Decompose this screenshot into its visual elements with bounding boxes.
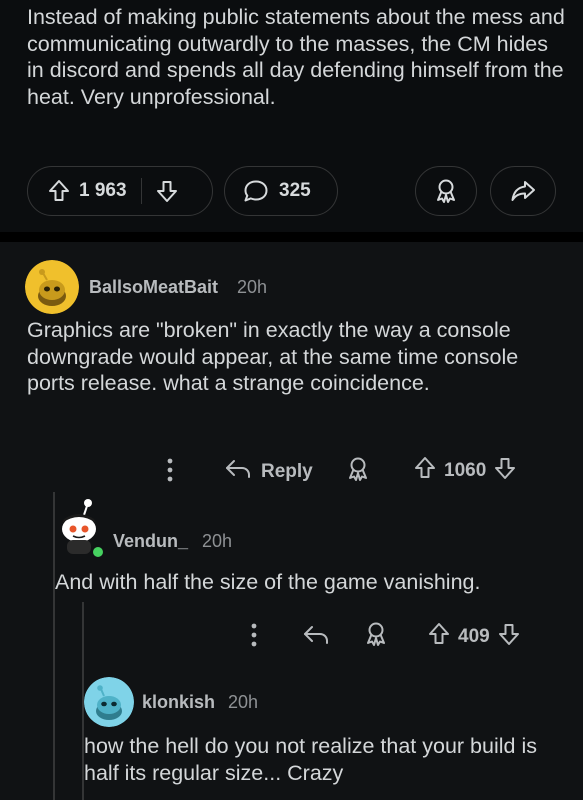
reply-button[interactable]: Reply xyxy=(224,456,313,487)
reply-icon xyxy=(302,622,330,653)
post-comment-count: 325 xyxy=(279,180,311,201)
avatar[interactable] xyxy=(54,497,105,559)
more-vertical-icon xyxy=(244,621,264,654)
comment-text: how the hell do you not realize that you… xyxy=(84,734,537,785)
award-icon xyxy=(346,456,370,487)
post-comments-button[interactable]: 325 xyxy=(224,166,338,216)
comment-timestamp: 20h xyxy=(228,692,259,712)
comment-vote-bar: 409 xyxy=(428,622,520,651)
post-share-button[interactable] xyxy=(490,166,556,216)
avatar[interactable] xyxy=(25,260,79,314)
comment-text: And with half the size of the game vanis… xyxy=(55,570,481,594)
post-container: Instead of making public statements abou… xyxy=(0,0,583,232)
reply-label: Reply xyxy=(261,460,313,482)
upvote-icon[interactable] xyxy=(428,622,450,651)
comment-score: 409 xyxy=(458,625,490,647)
reply-button[interactable] xyxy=(302,622,330,653)
comment-username[interactable]: klonkish xyxy=(142,692,215,713)
more-options-button[interactable] xyxy=(244,621,264,654)
downvote-icon[interactable] xyxy=(156,179,178,203)
award-button[interactable] xyxy=(364,621,388,652)
comment-vote-bar: 1060 xyxy=(414,456,516,485)
downvote-icon[interactable] xyxy=(498,622,520,651)
post-vote-bar: 1 963 xyxy=(27,166,213,216)
award-button[interactable] xyxy=(346,456,370,487)
downvote-icon[interactable] xyxy=(494,456,516,485)
comment-score: 1060 xyxy=(444,459,487,481)
post-vote-count: 1 963 xyxy=(79,180,127,201)
comment-username[interactable]: Vendun_ xyxy=(113,531,188,552)
vote-divider xyxy=(140,178,142,204)
comment-timestamp: 20h xyxy=(202,531,233,551)
comment-username[interactable]: BallsoMeatBait xyxy=(89,277,218,298)
upvote-icon[interactable] xyxy=(414,456,436,485)
more-options-button[interactable] xyxy=(160,456,180,489)
comment-text: Graphics are "broken" in exactly the way… xyxy=(27,318,519,395)
award-icon xyxy=(434,178,458,204)
award-icon xyxy=(364,621,388,652)
share-icon xyxy=(510,179,536,203)
post-body-text: Instead of making public statements abou… xyxy=(27,5,565,109)
comment-timestamp: 20h xyxy=(237,277,268,297)
comments-section: BallsoMeatBait 20h Graphics are "broken"… xyxy=(0,242,583,800)
upvote-icon[interactable] xyxy=(48,179,70,203)
post-award-button[interactable] xyxy=(415,166,477,216)
avatar[interactable] xyxy=(84,677,134,727)
post-comments-separator xyxy=(0,232,583,242)
comment-bubble-icon xyxy=(243,179,269,203)
reply-icon xyxy=(224,456,252,487)
more-vertical-icon xyxy=(160,456,180,489)
